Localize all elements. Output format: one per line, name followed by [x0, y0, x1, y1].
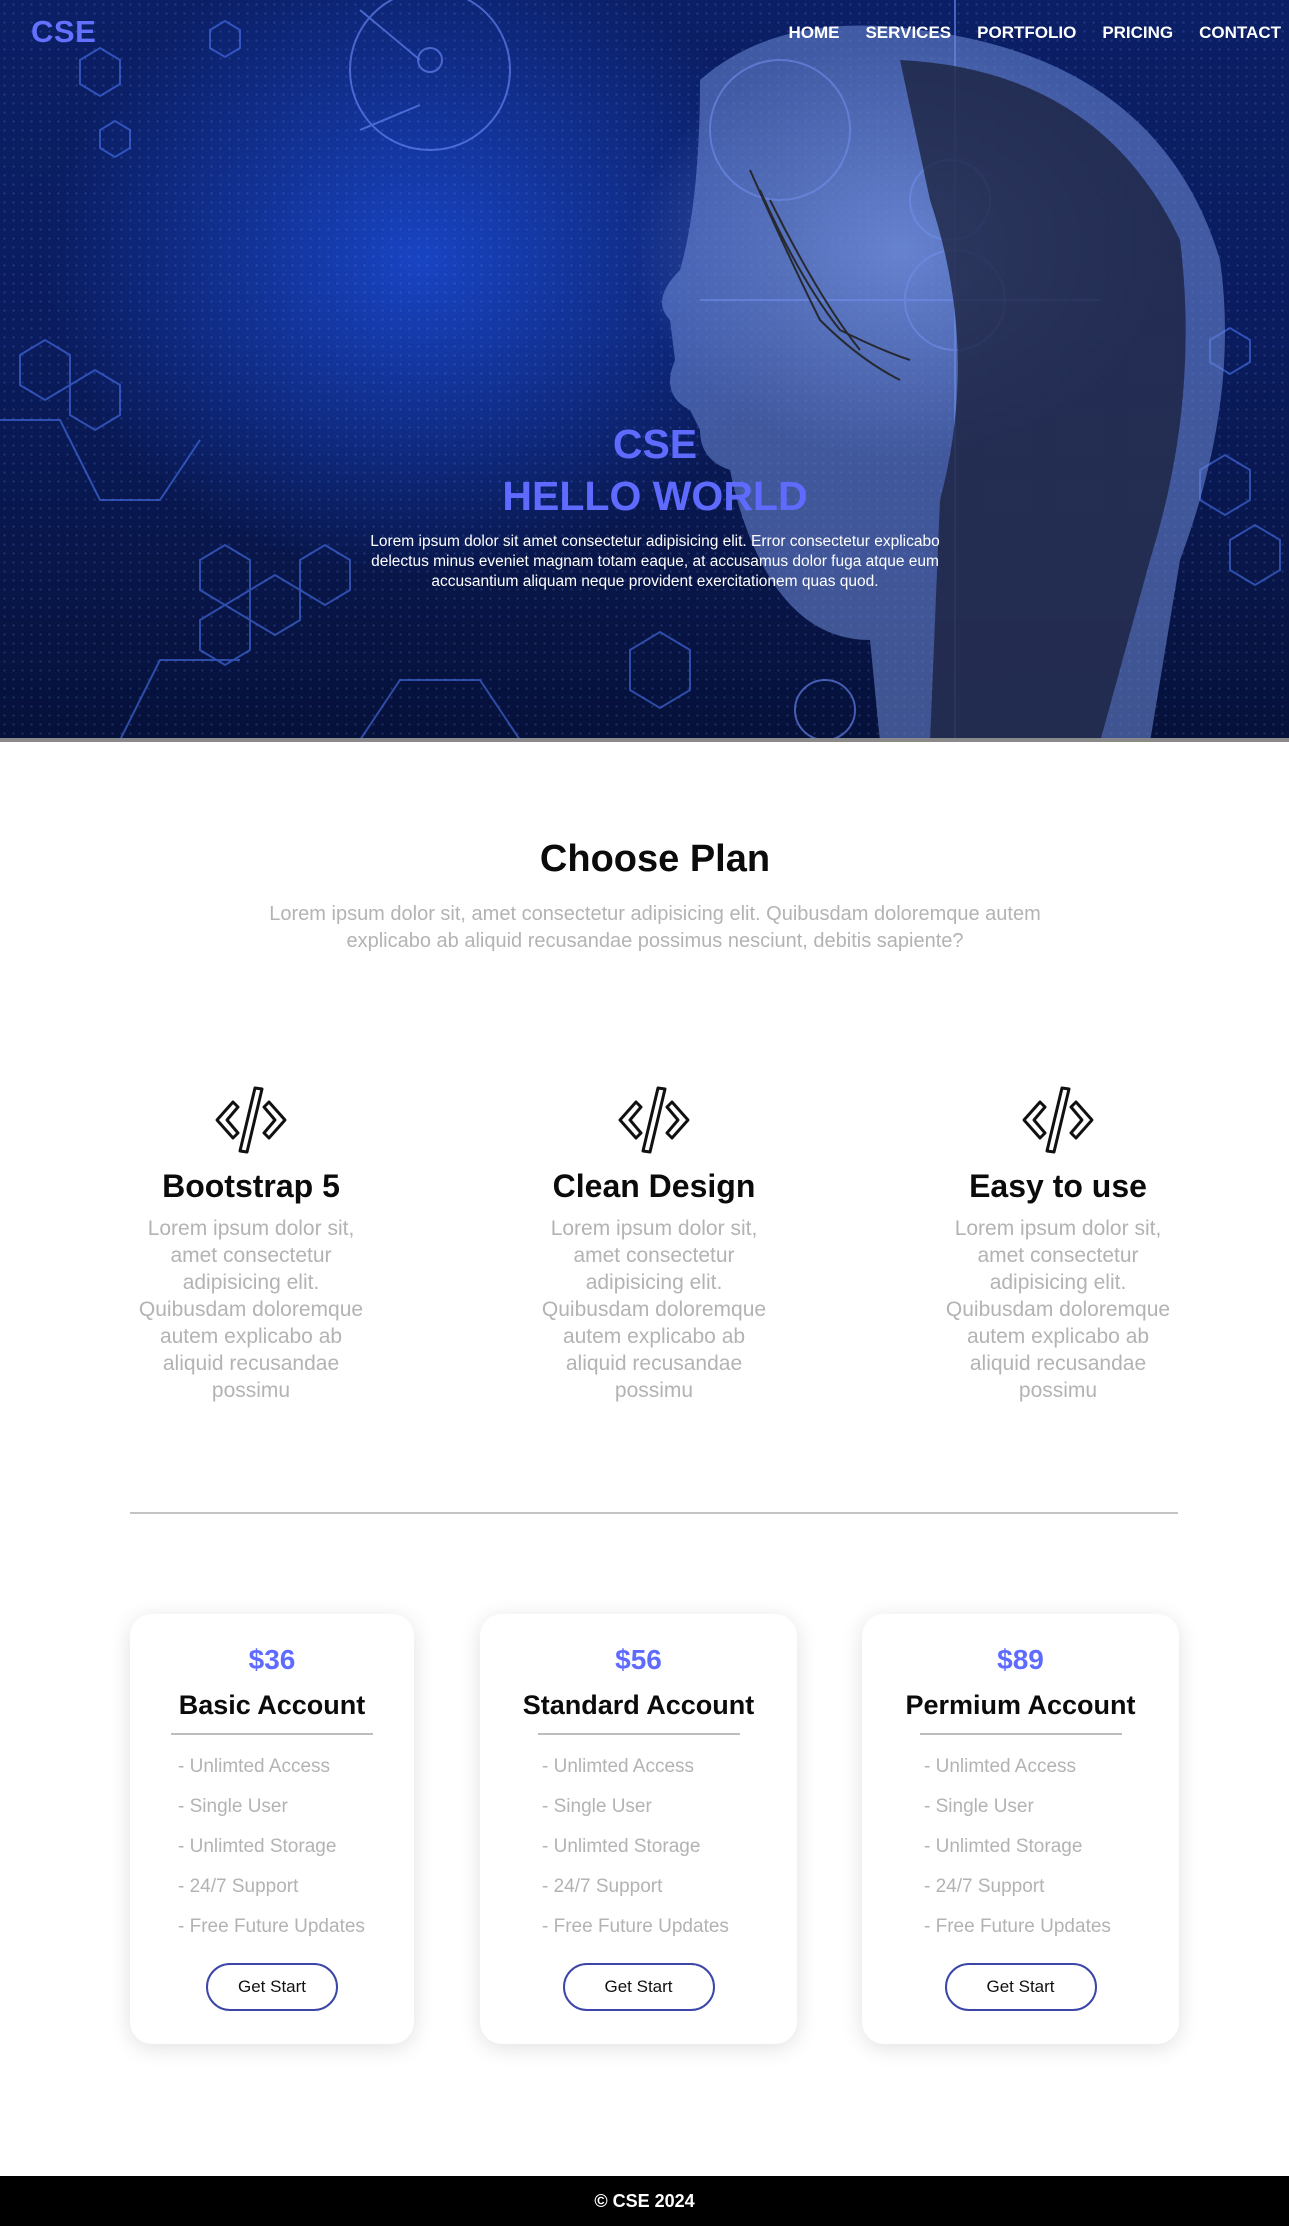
- feature-card: Bootstrap 5 Lorem ipsum dolor sit, amet …: [126, 1080, 376, 1404]
- get-start-button[interactable]: Get Start: [944, 1963, 1097, 2011]
- feature-title: Easy to use: [969, 1168, 1147, 1204]
- plan-name: Standard Account: [522, 1690, 755, 1720]
- plan-divider: [171, 1733, 373, 1735]
- plan-divider: [919, 1733, 1122, 1735]
- nav-services[interactable]: SERVICES: [865, 23, 951, 43]
- hero-tech-background: [0, 0, 1281, 738]
- plan-feature: - Unlimted Access: [924, 1756, 1077, 1777]
- site-logo[interactable]: CSE: [31, 14, 96, 50]
- feature-card: Clean Design Lorem ipsum dolor sit, amet…: [529, 1080, 779, 1404]
- feature-title: Clean Design: [552, 1168, 756, 1204]
- plan-feature: - Unlimted Storage: [178, 1836, 337, 1857]
- hero-title-line2: HELLO WORLD: [502, 473, 808, 519]
- feature-text: Lorem ipsum dolor sit, amet consectetur …: [945, 1217, 1171, 1402]
- hero-description: Lorem ipsum dolor sit amet consectetur a…: [370, 533, 940, 590]
- plan-name: Permium Account: [905, 1690, 1136, 1720]
- plan-feature: - Unlimted Access: [178, 1756, 331, 1777]
- plan-divider: [537, 1733, 740, 1735]
- plan-feature: - Unlimted Storage: [542, 1836, 701, 1857]
- plan-feature: - Single User: [924, 1796, 1034, 1817]
- hero-banner: CSE HOME SERVICES PORTFOLIO PRICING CONT…: [0, 0, 1289, 742]
- plan-feature: - Free Future Updates: [542, 1916, 729, 1937]
- plan-feature-list: - Unlimted Access - Single User - Unlimt…: [924, 1747, 1179, 1947]
- nav-portfolio[interactable]: PORTFOLIO: [977, 23, 1076, 43]
- site-footer: © CSE 2024: [0, 2176, 1289, 2226]
- pricing-card-basic: $36 Basic Account - Unlimted Access - Si…: [130, 1614, 414, 2044]
- plan-feature: - 24/7 Support: [542, 1876, 663, 1897]
- feature-text: Lorem ipsum dolor sit, amet consectetur …: [541, 1217, 767, 1402]
- code-icon: [1022, 1086, 1094, 1154]
- nav-pricing[interactable]: PRICING: [1102, 23, 1173, 43]
- plan-feature: - Single User: [178, 1796, 288, 1817]
- nav-home[interactable]: HOME: [788, 23, 839, 43]
- plan-feature-list: - Unlimted Access - Single User - Unlimt…: [178, 1747, 414, 1947]
- nav-contact[interactable]: CONTACT: [1199, 23, 1281, 43]
- feature-card: Easy to use Lorem ipsum dolor sit, amet …: [933, 1080, 1183, 1404]
- get-start-button[interactable]: Get Start: [206, 1963, 338, 2011]
- code-icon: [215, 1086, 287, 1154]
- plan-feature: - Free Future Updates: [924, 1916, 1111, 1937]
- plan-feature: - Free Future Updates: [178, 1916, 365, 1937]
- plan-feature: - Unlimted Storage: [924, 1836, 1083, 1857]
- section-title: Choose Plan: [539, 838, 771, 880]
- pricing-card-premium: $89 Permium Account - Unlimted Access - …: [862, 1614, 1179, 2044]
- code-icon: [618, 1086, 690, 1154]
- main-nav: HOME SERVICES PORTFOLIO PRICING CONTACT: [762, 23, 1289, 43]
- pricing-card-standard: $56 Standard Account - Unlimted Access -…: [480, 1614, 797, 2044]
- plan-feature: - 24/7 Support: [924, 1876, 1045, 1897]
- plan-feature: - Single User: [542, 1796, 652, 1817]
- plan-feature-list: - Unlimted Access - Single User - Unlimt…: [542, 1747, 797, 1947]
- plan-price: $56: [615, 1644, 662, 1675]
- plan-feature: - 24/7 Support: [178, 1876, 299, 1897]
- plan-name: Basic Account: [178, 1690, 366, 1720]
- hero-title-line1: CSE: [612, 421, 698, 467]
- section-divider: [130, 1512, 1178, 1514]
- feature-title: Bootstrap 5: [162, 1168, 340, 1204]
- plan-price: $36: [248, 1644, 296, 1675]
- feature-text: Lorem ipsum dolor sit, amet consectetur …: [138, 1217, 364, 1402]
- get-start-button[interactable]: Get Start: [562, 1963, 715, 2011]
- plan-feature: - Unlimted Access: [542, 1756, 695, 1777]
- section-subtitle: Lorem ipsum dolor sit, amet consectetur …: [269, 903, 1041, 952]
- plan-price: $89: [997, 1644, 1044, 1675]
